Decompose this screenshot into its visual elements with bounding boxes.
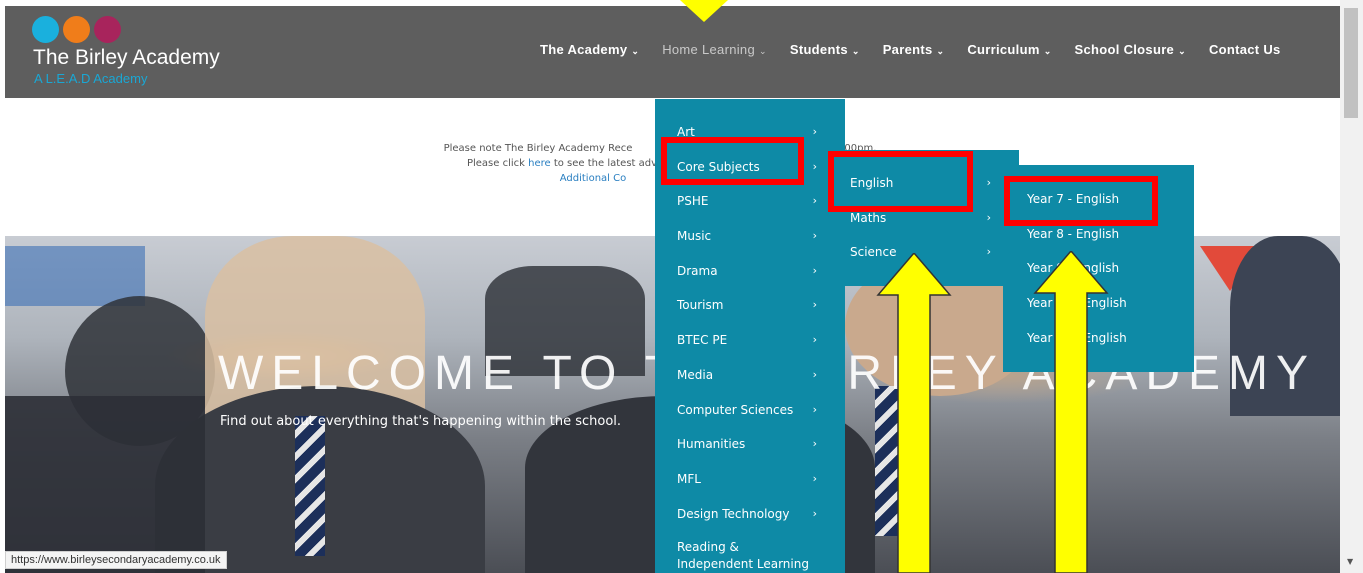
menu1-item-media[interactable]: Media › [655,358,845,393]
chevron-right-icon: › [812,298,817,312]
nav-item-label: School Closure [1074,42,1175,57]
site-subtitle: A L.E.A.D Academy [34,71,148,86]
notice-additional-link[interactable]: Additional Co [560,173,626,184]
menu-item-label: BTEC PE [677,333,728,348]
chevron-right-icon: › [812,263,817,277]
nav-item-label: Students [789,42,848,57]
chevron-down-icon: ⌄ [631,46,640,56]
nav-item-label: Home Learning [662,42,755,57]
chevron-right-icon: › [812,506,817,520]
nav-item-label: Parents [882,42,933,57]
menu-item-label: Year 8 - English [1027,226,1120,241]
menu1-item-computer-sciences[interactable]: Computer Sciences › [655,393,845,428]
nav-item-label: Curriculum [967,42,1040,57]
chevron-right-icon: › [812,125,817,138]
chevron-right-icon: › [812,367,817,381]
chevron-down-icon: ⌄ [1178,46,1186,56]
chevron-right-icon: › [812,333,817,347]
chevron-right-icon: › [812,159,817,173]
chevron-right-icon: › [812,194,817,208]
main-nav: The Academy ⌄ Home Learning ⌄ Students ⌄ Paren… [540,42,1304,57]
hero-subtitle: Find out about everything that's happeni… [220,414,622,429]
nav-item-contact-us[interactable]: Contact Us [1209,42,1281,57]
menu1-item-drama[interactable]: Drama › [655,254,845,289]
logo-dot-orange [63,16,90,43]
site-title[interactable]: The Birley Academy [33,46,220,70]
menu-item-label: MFL [677,471,701,486]
menu-item-label: PSHE [677,194,709,209]
menu1-item-music[interactable]: Music › [655,219,845,254]
menu1-item-reading-[interactable]: Reading & [655,539,845,556]
menu1-item-design-technology[interactable]: Design Technology › [655,497,845,532]
menu1-item-independent-learning[interactable]: Independent Learning [655,556,845,573]
notice-line2-post: to see the latest adv [550,158,658,169]
menu-item-label: Reading & [677,540,739,555]
menu-item-label: Media [677,367,714,382]
chevron-down-icon: ⌄ [936,46,945,56]
menu-item-label: Drama [677,263,718,278]
nav-item-label: The Academy [540,42,628,57]
nav-item-label: Contact Us [1208,42,1281,57]
highlight-core-subjects [661,137,804,185]
chevron-right-icon: › [812,402,817,416]
annotation-arrow-english [876,253,952,573]
menu-item-label: Music [677,229,712,244]
chevron-right-icon: › [986,245,991,259]
nav-item-parents[interactable]: Parents ⌄ [883,42,945,57]
nav-item-students[interactable]: Students ⌄ [790,42,860,57]
annotation-arrow-top [680,0,728,22]
nav-item-curriculum[interactable]: Curriculum ⌄ [967,42,1051,57]
notice-line2-pre: Please click [466,158,529,169]
chevron-right-icon: › [986,210,991,224]
menu-item-label: Design Technology [677,506,790,521]
nav-item-the-academy[interactable]: The Academy ⌄ [540,42,639,57]
site-header: The Birley Academy A L.E.A.D Academy The… [5,6,1340,98]
scroll-down-icon[interactable]: ▼ [1347,557,1353,566]
nav-item-school-closure[interactable]: School Closure ⌄ [1075,42,1186,57]
chevron-right-icon: › [812,437,817,451]
menu-item-label: Computer Sciences [677,402,794,417]
menu1-item-mfl[interactable]: MFL › [655,462,845,497]
chevron-down-icon: ⌄ [851,46,860,56]
menu1-item-tourism[interactable]: Tourism › [655,288,845,323]
notice-line1: Please note The Birley Academy Rece [443,143,633,154]
annotation-arrow-year7 [1033,251,1109,573]
logo-dot-blue [32,16,59,43]
highlight-year7-english [1004,176,1158,226]
menu-item-label: Independent Learning [677,557,809,572]
chevron-right-icon: › [986,176,991,189]
chevron-right-icon: › [812,229,817,243]
nav-item-home-learning[interactable]: Home Learning ⌄ [662,42,767,57]
chevron-down-icon: ⌄ [1043,46,1052,56]
logo-dot-magenta [94,16,121,43]
menu-item-label: Maths [850,210,887,225]
scrollbar-thumb[interactable] [1344,8,1358,118]
chevron-right-icon: › [812,471,817,485]
menu1-item-pshe[interactable]: PSHE › [655,184,845,219]
menu-item-label: Tourism [677,298,724,313]
menu1-item-humanities[interactable]: Humanities › [655,427,845,462]
menu1-item-btec-pe[interactable]: BTEC PE › [655,323,845,358]
notice-here-link[interactable]: here [528,158,551,169]
chevron-down-icon: ⌄ [759,46,767,56]
status-bar-url: https://www.birleysecondaryacademy.co.uk [5,551,227,569]
menu-item-label: Humanities [677,437,746,452]
highlight-english [828,151,973,212]
